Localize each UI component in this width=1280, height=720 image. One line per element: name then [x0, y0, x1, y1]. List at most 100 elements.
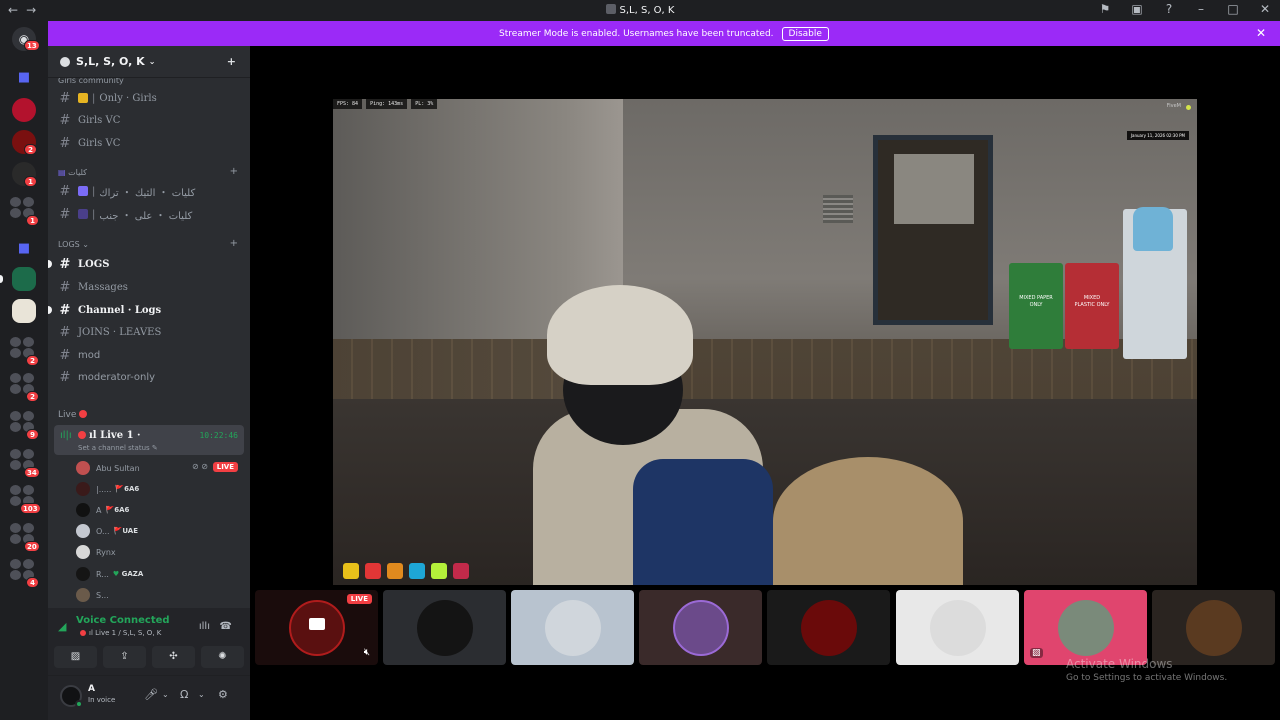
voice-member[interactable]: S... [76, 585, 246, 605]
bin-label: MIXED PLASTIC ONLY [1074, 295, 1110, 308]
member-name: |..... [96, 484, 112, 494]
bin-label: MIXED PAPER ONLY [1019, 295, 1053, 308]
channel-logs[interactable]: # LOGS [48, 254, 244, 274]
screen-share-icon[interactable]: ▣ [1130, 2, 1144, 16]
channel-massages[interactable]: # Massages [54, 277, 244, 297]
screen-share-icon [309, 618, 325, 630]
headphones-icon[interactable]: Ω [180, 688, 188, 701]
create-channel-icon[interactable]: + [230, 166, 238, 177]
hash-icon: # [59, 256, 71, 272]
channel-moderator-only[interactable]: # moderator-only [54, 367, 244, 387]
hash-icon: # [59, 324, 71, 340]
channel-only-girls[interactable]: # | Only · Girls [54, 88, 244, 108]
channel-kuliyat-2[interactable]: # | كليات ・ على ・ جنب [54, 204, 244, 224]
live-dot-icon [79, 410, 88, 418]
minimize-button[interactable]: – [1194, 2, 1208, 16]
water-icon [409, 563, 425, 579]
voice-connected-subtitle[interactable]: ıl Live 1 / S,L, S, O, K [80, 629, 161, 637]
channel-joins-leaves[interactable]: # JOINS · LEAVES [54, 322, 244, 342]
channel-kuliyat-1[interactable]: # | كليات ・ الثيك ・ تراك [54, 181, 244, 201]
hud-logo: FiveM [1166, 103, 1181, 109]
channel-mod[interactable]: # mod [54, 345, 244, 365]
speaker-muted-icon[interactable]: 🔇︎ [364, 647, 370, 658]
stream-stage: MIXED PAPER ONLY MIXED PLASTIC ONLY FPS:… [250, 46, 1280, 720]
help-icon[interactable]: ? [1162, 2, 1176, 16]
voice-connected-title[interactable]: Voice Connected [76, 615, 170, 626]
chevron-down-icon[interactable]: ⌄ [198, 690, 205, 699]
avatar [1058, 600, 1114, 656]
channel-label: JOINS · LEAVES [78, 326, 162, 338]
participant-tile[interactable]: ▨ [1024, 590, 1147, 665]
voice-member[interactable]: R... ♥ GAZA [76, 564, 246, 584]
separator: | [92, 92, 96, 104]
avatar [76, 482, 90, 496]
user-name[interactable]: A [88, 684, 95, 694]
noise-suppression-icon[interactable]: ıllı [199, 621, 210, 632]
server-icon-6a6-pink[interactable] [12, 98, 36, 122]
voice-member[interactable]: O... 🚩UAE [76, 521, 246, 541]
folder-icon[interactable]: ■ [12, 237, 36, 261]
channel-girls-vc[interactable]: # Girls VC [54, 110, 244, 130]
toggle-camera-button[interactable]: ▨ [54, 646, 97, 668]
camera-off-icon: ▨ [70, 651, 81, 662]
separator: | [92, 208, 96, 220]
avatar [76, 545, 90, 559]
create-channel-icon[interactable]: + [230, 238, 238, 249]
maximize-button[interactable]: □ [1226, 2, 1240, 16]
channel-label: Only · Girls [99, 92, 157, 104]
channel-status-prompt[interactable]: Set a channel status ✎ [78, 444, 158, 452]
stress-icon [453, 563, 469, 579]
participant-tile[interactable] [1152, 590, 1275, 665]
inbox-flag-icon[interactable]: ⚑ [1098, 2, 1112, 16]
soundboard-icon: ✺ [218, 651, 227, 662]
participant-tile-live[interactable]: LIVE 🔇︎ [255, 590, 378, 665]
folder-icon[interactable]: ■ [12, 66, 36, 90]
unread-badge: 2 [24, 144, 37, 155]
stream-video[interactable]: MIXED PAPER ONLY MIXED PLASTIC ONLY FPS:… [333, 99, 1197, 585]
activities-button[interactable]: ✣ [152, 646, 195, 668]
channel-channel-logs[interactable]: # Channel · Logs [48, 300, 244, 320]
microphone-icon[interactable]: 🎤︎ [144, 688, 158, 701]
channel-label: Channel · Logs [78, 304, 162, 316]
category-logs[interactable]: LOGS ⌄ [58, 240, 89, 249]
close-window-button[interactable]: ✕ [1258, 2, 1272, 16]
hud-status-bars [343, 563, 469, 579]
member-name: O... [96, 526, 110, 536]
channel-girls-vc-2[interactable]: # Girls VC [54, 133, 244, 153]
category-live[interactable]: Live [58, 410, 90, 420]
settings-gear-icon[interactable]: ⚙ [218, 688, 228, 701]
soundboard-button[interactable]: ✺ [201, 646, 244, 668]
voice-member[interactable]: Abu Sultan ⊘ ⊘ LIVE [76, 458, 246, 478]
disconnect-icon[interactable]: ☎ [220, 621, 232, 632]
voice-channel-live-1[interactable]: ıl|ı ıl Live 1 · 10:22:46 Set a channel … [54, 425, 244, 455]
server-name: S,L, S, O, K [76, 55, 145, 68]
unread-badge: 13 [24, 40, 40, 51]
server-icon-find-world[interactable] [12, 299, 36, 323]
server-header[interactable]: S,L, S, O, K ⌄ + [48, 46, 250, 78]
participant-tile[interactable] [767, 590, 890, 665]
chevron-down-icon[interactable]: ⌄ [162, 690, 169, 699]
signal-icon[interactable]: ◢ [58, 620, 66, 633]
participant-tile[interactable] [383, 590, 506, 665]
voice-activity-icon: ıl|ı [60, 430, 72, 441]
voice-member[interactable]: |..... 🚩6A6 [76, 479, 246, 499]
member-tag: 🚩6A6 [105, 506, 130, 514]
participant-tile[interactable] [639, 590, 762, 665]
disable-streamer-mode-button[interactable]: Disable [781, 26, 829, 41]
avatar [801, 600, 857, 656]
emoji-icon [78, 186, 88, 196]
activity-icon: ✣ [169, 651, 178, 662]
invite-people-icon[interactable]: + [227, 55, 236, 68]
hash-icon: # [59, 279, 71, 295]
category-kuliyat[interactable]: ▤ كليات [58, 168, 87, 177]
health-icon [365, 563, 381, 579]
participant-tile[interactable] [896, 590, 1019, 665]
share-screen-button[interactable]: ⇪ [103, 646, 146, 668]
close-icon[interactable]: ✕ [1256, 26, 1266, 40]
hash-icon: # [59, 135, 71, 151]
voice-member[interactable]: A 🚩6A6 [76, 500, 246, 520]
participant-tile[interactable] [511, 590, 634, 665]
voice-member[interactable]: Rynx [76, 542, 246, 562]
server-icon-active[interactable] [12, 267, 36, 291]
unread-badge: 1 [26, 215, 39, 226]
